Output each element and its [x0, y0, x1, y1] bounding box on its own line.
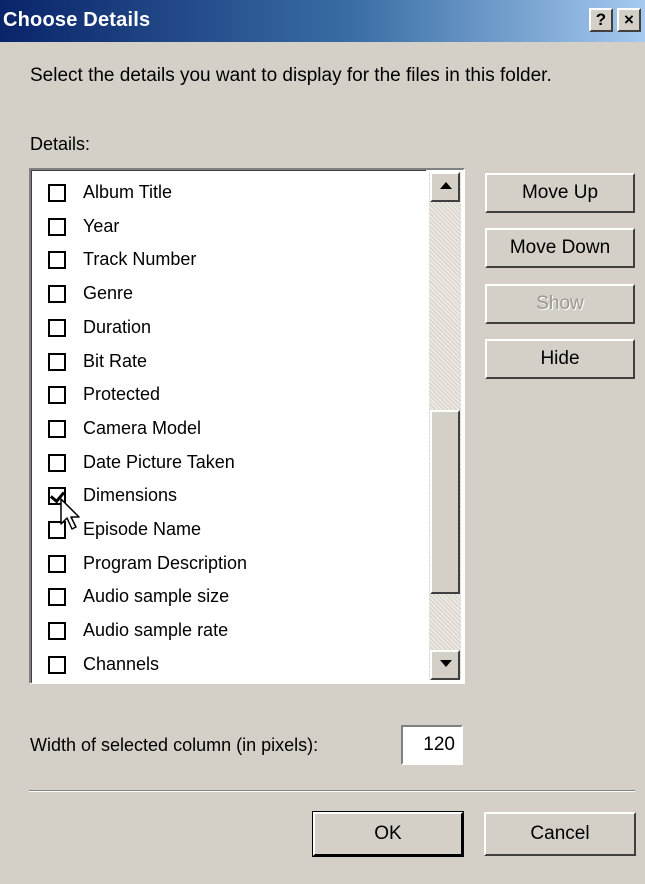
scroll-up-button[interactable] — [430, 172, 460, 202]
move-up-button[interactable]: Move Up — [485, 173, 635, 213]
detail-checkbox[interactable] — [48, 184, 66, 202]
ok-button[interactable]: OK — [312, 811, 464, 857]
arrow-down-icon — [440, 660, 452, 667]
detail-item-label: Year — [83, 215, 120, 236]
detail-item[interactable]: Dimensions — [32, 480, 426, 512]
detail-item-label: Date Picture Taken — [83, 451, 235, 472]
details-listbox[interactable]: Album Title Year Track Number Genre Duration… — [29, 168, 465, 684]
detail-item[interactable]: Audio sample rate — [32, 615, 426, 647]
detail-item[interactable]: Channels — [32, 649, 426, 681]
detail-checkbox[interactable] — [48, 251, 66, 270]
detail-checkbox[interactable] — [48, 386, 66, 405]
detail-item-label: Protected — [83, 384, 161, 405]
mouse-pointer-icon — [60, 498, 80, 530]
separator — [29, 790, 635, 792]
scroll-thumb[interactable] — [430, 410, 460, 594]
detail-checkbox[interactable] — [48, 285, 66, 304]
detail-item[interactable]: Camera Model — [32, 413, 426, 445]
help-button[interactable]: ? — [589, 8, 613, 32]
column-width-input[interactable]: 120 — [401, 725, 463, 765]
detail-item[interactable]: Audio sample size — [32, 581, 426, 613]
show-button[interactable]: Show — [485, 284, 635, 324]
detail-item[interactable]: Genre — [32, 278, 426, 310]
detail-item-label: Camera Model — [83, 417, 202, 438]
move-down-button[interactable]: Move Down — [485, 228, 635, 268]
arrow-up-icon — [440, 182, 452, 189]
detail-item-partial[interactable] — [32, 683, 426, 684]
title-bar[interactable]: Choose Details ? × — [0, 0, 645, 42]
scroll-down-button[interactable] — [430, 650, 460, 680]
instructions-text: Select the details you want to display f… — [30, 65, 552, 86]
detail-checkbox[interactable] — [48, 217, 66, 236]
detail-item[interactable]: Year — [32, 211, 426, 243]
details-list: Album Title Year Track Number Genre Duration… — [31, 170, 426, 683]
detail-item-label: Dimensions — [83, 485, 178, 506]
detail-item-label: Episode Name — [83, 519, 202, 539]
detail-item-label: Track Number — [83, 249, 197, 270]
cancel-button[interactable]: Cancel — [484, 812, 636, 856]
detail-checkbox[interactable] — [48, 419, 66, 438]
detail-item-label: Audio sample size — [83, 586, 230, 607]
detail-item-label: Bit Rate — [83, 350, 148, 371]
detail-checkbox[interactable] — [48, 318, 66, 337]
detail-item[interactable]: Album Title — [32, 177, 426, 209]
detail-item[interactable]: Track Number — [32, 244, 426, 276]
detail-item[interactable]: Bit Rate — [32, 346, 426, 378]
detail-item-label: Duration — [83, 316, 152, 337]
detail-checkbox[interactable] — [48, 588, 66, 607]
detail-item[interactable]: Date Picture Taken — [32, 447, 426, 479]
detail-item-label: Program Description — [83, 552, 248, 573]
detail-checkbox[interactable] — [48, 453, 66, 472]
detail-checkbox[interactable] — [48, 554, 66, 573]
hide-button[interactable]: Hide — [485, 339, 635, 379]
detail-checkbox[interactable] — [48, 622, 66, 641]
detail-item-label: Channels — [83, 653, 160, 674]
detail-checkbox[interactable] — [48, 352, 66, 371]
details-scrollbar[interactable] — [429, 172, 461, 680]
detail-item-label: Album Title — [83, 182, 173, 202]
close-button[interactable]: × — [617, 8, 641, 32]
detail-item[interactable]: Protected — [32, 379, 426, 411]
details-label: Details: — [30, 134, 91, 154]
detail-item[interactable]: Program Description — [32, 548, 426, 580]
detail-item[interactable]: Duration — [32, 312, 426, 344]
detail-item-label: Audio sample rate — [83, 620, 229, 641]
detail-item-label: Genre — [83, 283, 134, 304]
column-width-label: Width of selected column (in pixels): — [30, 735, 319, 755]
window-title: Choose Details — [3, 9, 151, 31]
detail-item[interactable]: Episode Name — [32, 514, 426, 546]
detail-checkbox[interactable] — [48, 655, 66, 674]
